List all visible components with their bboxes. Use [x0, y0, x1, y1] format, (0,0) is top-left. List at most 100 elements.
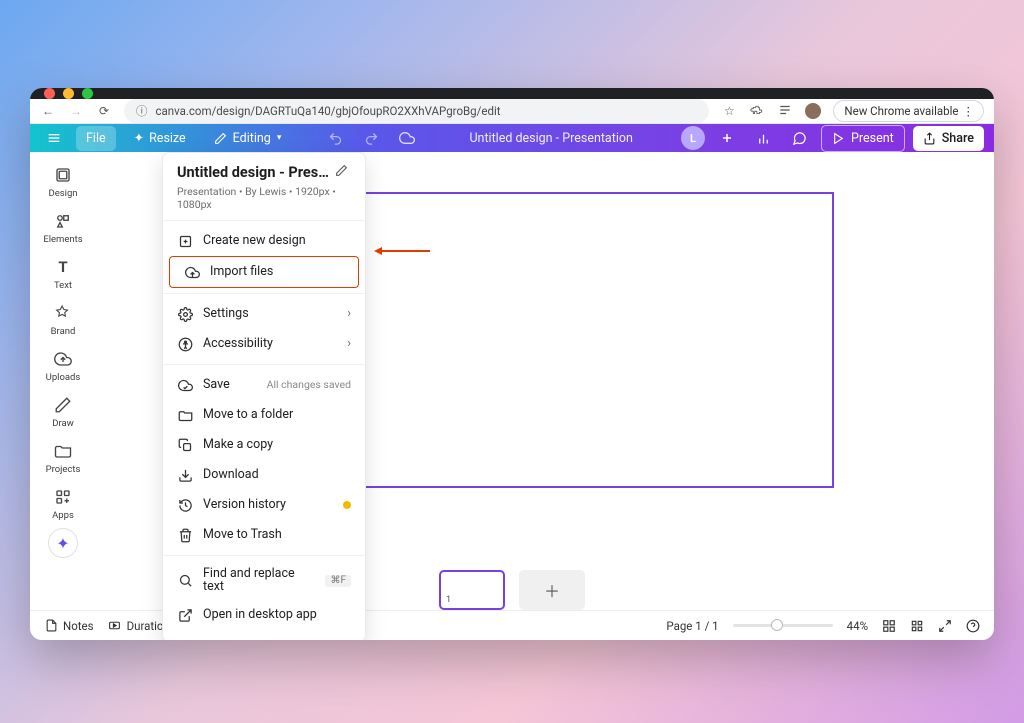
elements-icon [53, 211, 73, 231]
grid-view-icon[interactable] [882, 619, 896, 633]
file-label: File [86, 131, 106, 146]
url-field[interactable]: ⓘ canva.com/design/DAGRTuQa140/gbjOfoupR… [124, 99, 709, 123]
browser-window: ← → ⟳ ⓘ canva.com/design/DAGRTuQa140/gbj… [30, 88, 994, 640]
thumbnail-view-icon[interactable] [910, 619, 924, 633]
maximize-window-dot[interactable] [82, 88, 93, 99]
editing-label: Editing [233, 131, 271, 146]
trash-icon [177, 527, 193, 543]
slide-canvas[interactable] [306, 192, 834, 488]
resize-label: Resize [149, 131, 186, 146]
comment-button[interactable] [785, 124, 813, 152]
sidebar-item-draw[interactable]: Draw [33, 390, 93, 434]
site-info-icon[interactable]: ⓘ [136, 103, 148, 119]
share-button[interactable]: Share [913, 126, 984, 151]
minimize-window-dot[interactable] [63, 88, 74, 99]
draw-icon [53, 395, 73, 415]
close-window-dot[interactable] [44, 88, 55, 99]
menu-item-make-copy[interactable]: Make a copy [163, 430, 365, 460]
menu-item-version-history[interactable]: Version history [163, 490, 365, 520]
menu-item-find-replace[interactable]: Find and replace text ⌘F [163, 561, 365, 600]
magic-button[interactable]: ✦ [48, 528, 78, 558]
undo-button[interactable] [321, 124, 349, 152]
new-indicator-dot [343, 501, 351, 509]
sidebar-item-label: Elements [43, 234, 82, 245]
menu-item-open-desktop[interactable]: Open in desktop app [163, 600, 365, 630]
notes-button[interactable]: Notes [44, 619, 94, 633]
main-menu-button[interactable] [40, 124, 68, 152]
menu-item-label: Version history [203, 499, 286, 512]
notes-icon [44, 619, 58, 633]
plus-frame-icon [177, 233, 193, 249]
chevron-right-icon: › [347, 308, 351, 321]
sidebar-item-projects[interactable]: Projects [33, 436, 93, 480]
share-label: Share [942, 131, 974, 146]
menu-item-import-files[interactable]: Import files [169, 256, 359, 288]
menu-item-save[interactable]: Save All changes saved [163, 370, 365, 400]
history-icon [177, 497, 193, 513]
chevron-down-icon: ▾ [277, 133, 282, 143]
kebab-icon: ⋮ [963, 104, 974, 118]
sidebar-item-label: Uploads [46, 372, 81, 383]
forward-button[interactable]: → [68, 104, 84, 118]
menu-item-move-trash[interactable]: Move to Trash [163, 520, 365, 550]
menu-item-move-folder[interactable]: Move to a folder [163, 400, 365, 430]
fullscreen-icon[interactable] [938, 619, 952, 633]
left-sidebar: Design Elements T Text Brand Uploads Dra… [30, 152, 96, 570]
menu-item-label: Accessibility [203, 338, 273, 351]
file-menu-header: Untitled design - Presentati... Presenta… [163, 153, 365, 221]
duration-button[interactable]: Duration [108, 619, 170, 633]
menu-item-label: Open in desktop app [203, 609, 317, 622]
notes-label: Notes [63, 619, 94, 633]
canvas-area[interactable]: Untitled design - Presentati... Presenta… [96, 152, 994, 570]
present-label: Present [851, 131, 894, 146]
user-avatar-letter[interactable]: L [681, 126, 705, 150]
zoom-percent[interactable]: 44% [847, 619, 868, 633]
analytics-button[interactable] [749, 124, 777, 152]
sidebar-item-apps[interactable]: Apps [33, 482, 93, 526]
sidebar-item-text[interactable]: T Text [33, 252, 93, 296]
menu-item-label: Import files [210, 266, 273, 279]
help-icon[interactable] [966, 619, 980, 633]
menu-item-label: Make a copy [203, 439, 273, 452]
design-title: Untitled design - Presentati... [177, 164, 329, 181]
add-collaborator-button[interactable] [713, 124, 741, 152]
slide-thumbnail-1[interactable]: 1 [439, 570, 505, 610]
back-button[interactable]: ← [40, 104, 56, 118]
editing-mode-button[interactable]: Editing ▾ [204, 126, 292, 151]
reload-button[interactable]: ⟳ [96, 104, 112, 118]
menu-item-label: Find and replace text [203, 568, 315, 593]
rename-button[interactable] [335, 164, 348, 181]
resize-button[interactable]: ✦ Resize [124, 125, 196, 151]
play-icon [832, 132, 845, 145]
present-button[interactable]: Present [821, 125, 905, 152]
menu-item-accessibility[interactable]: Accessibility › [163, 329, 365, 359]
duration-icon [108, 619, 122, 633]
cloud-sync-icon[interactable] [393, 124, 421, 152]
document-title[interactable]: Untitled design - Presentation [421, 131, 681, 146]
file-menu-button[interactable]: File [76, 126, 116, 151]
menu-item-create-new[interactable]: Create new design [163, 226, 365, 256]
redo-button[interactable] [357, 124, 385, 152]
extensions-icon[interactable] [749, 103, 765, 120]
profile-avatar[interactable] [805, 103, 821, 119]
sidebar-item-label: Projects [46, 464, 81, 475]
menu-item-download[interactable]: Download [163, 460, 365, 490]
bookmark-star-icon[interactable]: ☆ [721, 104, 737, 118]
add-slide-button[interactable]: ＋ [519, 570, 585, 610]
app-toolbar: File ✦ Resize Editing ▾ Untitled design [30, 124, 994, 152]
apps-icon [53, 487, 73, 507]
uploads-icon [53, 349, 73, 369]
chrome-update-button[interactable]: New Chrome available ⋮ [833, 100, 984, 122]
zoom-slider[interactable] [733, 624, 833, 627]
menu-item-label: Settings [203, 308, 249, 321]
cloud-check-icon [177, 377, 193, 393]
reading-list-icon[interactable] [777, 103, 793, 120]
sidebar-item-elements[interactable]: Elements [33, 206, 93, 250]
menu-item-settings[interactable]: Settings › [163, 299, 365, 329]
sidebar-item-uploads[interactable]: Uploads [33, 344, 93, 388]
sidebar-item-design[interactable]: Design [33, 160, 93, 204]
sidebar-item-label: Design [48, 188, 77, 199]
sidebar-item-brand[interactable]: Brand [33, 298, 93, 342]
design-icon [53, 165, 73, 185]
external-icon [177, 607, 193, 623]
